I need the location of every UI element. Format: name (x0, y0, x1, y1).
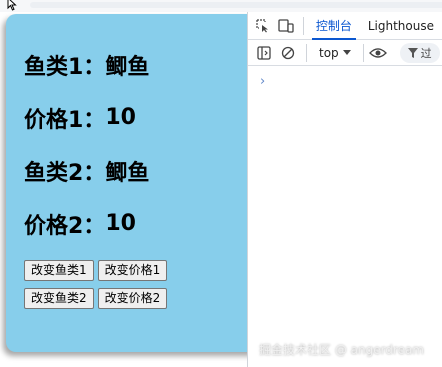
fish2-label: 鱼类2： (24, 160, 106, 186)
console-output[interactable]: › (248, 66, 442, 366)
app-panel: 鱼类1： 鲫鱼 价格1： 10 鱼类2： 鲫鱼 价格2： 10 改变鱼类1 改变… (6, 14, 266, 352)
price1-value: 10 (105, 105, 136, 130)
tab-divider (302, 16, 304, 35)
toolbar-divider-2 (362, 43, 364, 62)
tab-lighthouse[interactable]: Lighthouse (360, 12, 442, 40)
device-toolbar-icon[interactable] (276, 16, 294, 36)
fish1-label: 鱼类1： (24, 54, 106, 80)
console-toolbar: top 过 (248, 40, 442, 66)
change-fish1-button[interactable]: 改变鱼类1 (24, 260, 94, 281)
fish1-value: 鲫鱼 (105, 54, 150, 80)
dropdown-arrow-icon (342, 49, 351, 55)
inspect-element-icon[interactable] (254, 16, 272, 36)
devtools-tabbar: 控制台 Lighthouse (248, 12, 442, 40)
clear-console-icon[interactable] (278, 43, 298, 63)
price1-label: 价格1： (24, 107, 106, 133)
tab-console[interactable]: 控制台 (308, 12, 360, 40)
address-bar-edge (30, 2, 442, 8)
filter-label: 过 (420, 46, 432, 60)
browser-top-strip (0, 0, 442, 12)
fish1-line: 鱼类1： 鲫鱼 (24, 38, 266, 91)
fish2-line: 鱼类2： 鲫鱼 (24, 144, 266, 197)
change-price1-button[interactable]: 改变价格1 (97, 260, 168, 281)
context-selector[interactable]: top (311, 46, 359, 60)
cursor-icon (7, 0, 17, 11)
filter-box[interactable]: 过 (399, 42, 440, 63)
live-expression-eye-icon[interactable] (368, 43, 388, 63)
price1-line: 价格1： 10 (24, 91, 266, 144)
console-prompt-icon: › (260, 74, 266, 89)
price2-line: 价格2： 10 (24, 197, 266, 250)
change-fish2-button[interactable]: 改变鱼类2 (24, 288, 94, 309)
fish2-value: 鲫鱼 (105, 160, 150, 186)
price2-label: 价格2： (24, 213, 106, 239)
change-price2-button[interactable]: 改变价格2 (97, 288, 168, 309)
context-label: top (319, 45, 339, 60)
price2-value: 10 (105, 211, 136, 236)
watermark-text: 掘金技术社区 @ angerdream (259, 343, 425, 357)
devtools-panel: 控制台 Lighthouse top 过 › (247, 12, 442, 367)
button-row-2: 改变鱼类2 改变价格2 (24, 288, 266, 309)
toolbar-divider (306, 43, 307, 62)
filter-icon (407, 47, 418, 58)
button-row-1: 改变鱼类1 改变价格1 (24, 260, 266, 281)
sidebar-toggle-icon[interactable] (254, 43, 274, 63)
